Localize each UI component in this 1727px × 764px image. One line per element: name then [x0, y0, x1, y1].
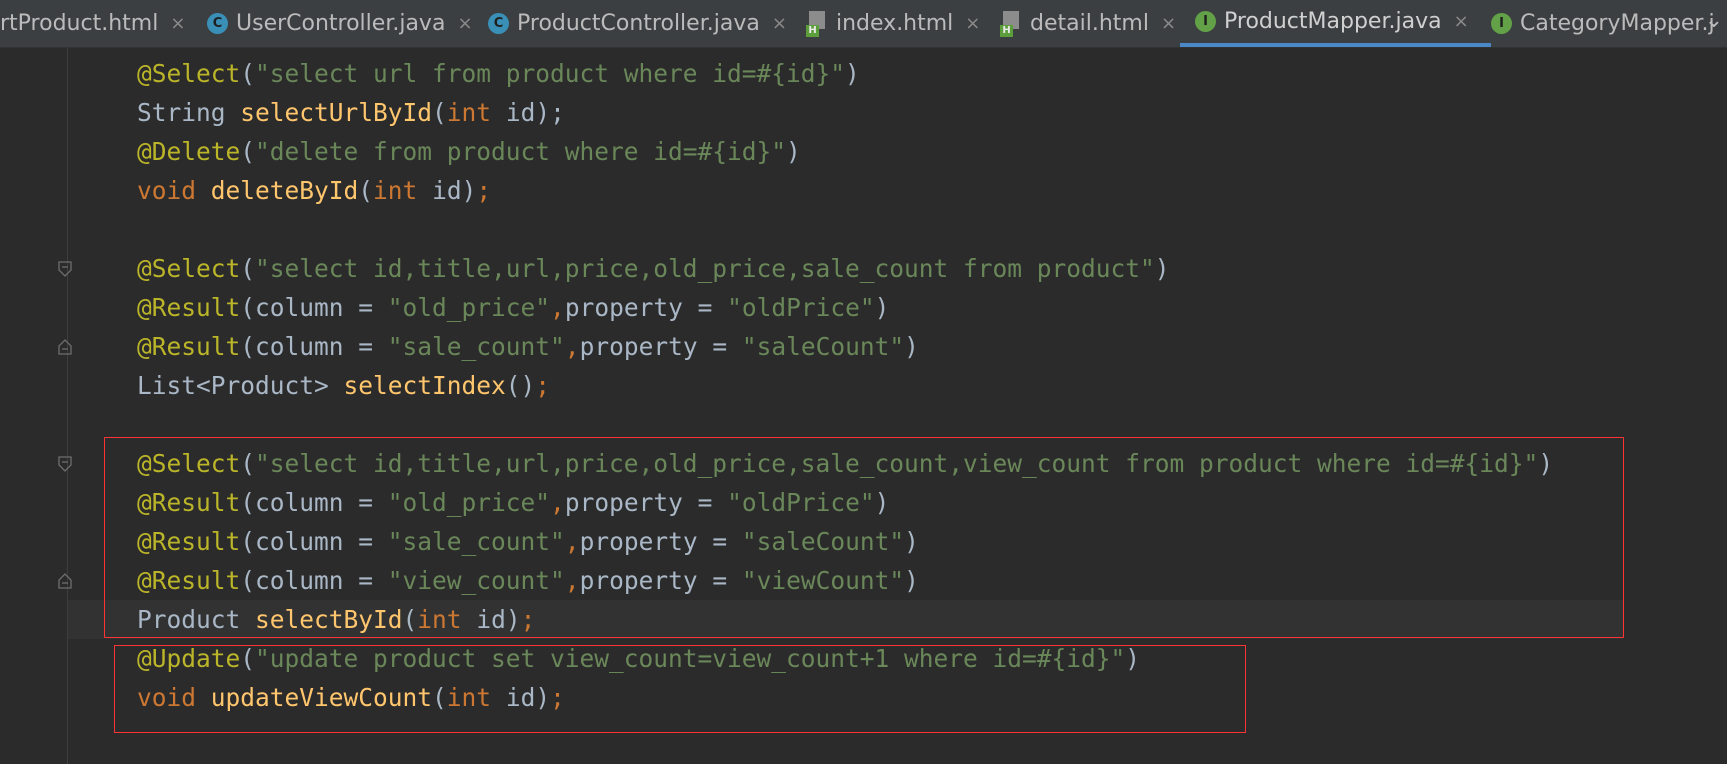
- tab-overflow-chevron-icon[interactable]: ⌄: [1705, 8, 1723, 33]
- tab-usercontroller-java[interactable]: C UserController.java ×: [207, 0, 473, 47]
- attribute: property =: [579, 332, 742, 361]
- gutter-divider: [67, 48, 68, 764]
- parameter: id): [432, 176, 477, 205]
- close-icon[interactable]: ×: [170, 13, 185, 34]
- annotation-highlight-box: [114, 645, 1246, 733]
- method-name: selectIndex: [343, 371, 506, 400]
- tab-productmapper-java[interactable]: I ProductMapper.java ×: [1180, 0, 1491, 47]
- type: String: [137, 98, 241, 127]
- punctuation: ): [845, 59, 860, 88]
- code-line-8[interactable]: List<Product> selectIndex();: [137, 366, 550, 405]
- type: List<Product>: [137, 371, 344, 400]
- annotation-highlight-box: [104, 437, 1624, 638]
- tab-index-html[interactable]: H index.html ×: [806, 0, 980, 47]
- string-literal: "select url from product where id=#{id}": [255, 59, 846, 88]
- code-line-1[interactable]: @Select("select url from product where i…: [137, 54, 860, 93]
- string-literal: "select id,title,url,price,old_price,sal…: [255, 254, 1155, 283]
- tab-label: ProductController.java: [517, 11, 760, 36]
- tab-label: UserController.java: [236, 11, 446, 36]
- punctuation: ): [874, 293, 890, 322]
- fold-end-marker-icon[interactable]: [58, 339, 72, 355]
- fold-end-marker-icon[interactable]: [58, 573, 72, 589]
- annotation: @Select: [137, 254, 241, 283]
- code-line-2[interactable]: String selectUrlById(int id);: [137, 93, 565, 132]
- html-file-icon: H: [806, 10, 828, 37]
- close-icon[interactable]: ×: [965, 13, 980, 34]
- string-literal: "delete from product where id=#{id}": [255, 137, 787, 166]
- string-literal: "saleCount": [741, 332, 905, 361]
- keyword: int: [373, 176, 433, 205]
- punctuation: (: [432, 98, 447, 127]
- editor-tab-bar: rtProduct.html × C UserController.java ×…: [0, 0, 1727, 48]
- string-literal: "old_price": [387, 293, 551, 322]
- tab-rtproduct-html[interactable]: rtProduct.html ×: [0, 0, 185, 47]
- punctuation: (: [358, 176, 374, 205]
- punctuation: (: [240, 59, 256, 88]
- fold-marker-icon[interactable]: [58, 261, 72, 277]
- string-literal: "oldPrice": [727, 293, 875, 322]
- attribute: (column =: [240, 293, 388, 322]
- comma: ,: [564, 332, 580, 361]
- tab-label: detail.html: [1030, 11, 1149, 36]
- punctuation: (: [240, 137, 256, 166]
- semicolon: ;: [535, 371, 551, 400]
- parameter: id);: [505, 98, 565, 127]
- code-line-7[interactable]: @Result(column = "sale_count",property =…: [137, 327, 919, 366]
- code-line-5[interactable]: @Select("select id,title,url,price,old_p…: [137, 249, 1170, 288]
- tab-label: CategoryMapper.j: [1520, 11, 1715, 36]
- annotation: @Result: [137, 332, 241, 361]
- code-line-3[interactable]: @Delete("delete from product where id=#{…: [137, 132, 801, 171]
- tab-productcontroller-java[interactable]: C ProductController.java ×: [488, 0, 787, 47]
- annotation: @Result: [137, 293, 241, 322]
- interface-icon: I: [1195, 11, 1216, 32]
- attribute: property =: [564, 293, 728, 322]
- semicolon: ;: [476, 176, 492, 205]
- attribute: (column =: [240, 332, 388, 361]
- html-file-icon: H: [1000, 10, 1022, 37]
- method-name: selectUrlById: [240, 98, 433, 127]
- keyword: void: [137, 176, 211, 205]
- class-icon: C: [488, 13, 509, 34]
- punctuation: (: [240, 254, 256, 283]
- class-icon: C: [207, 13, 228, 34]
- method-name: deleteById: [210, 176, 359, 205]
- code-line-4[interactable]: void deleteById(int id);: [137, 171, 491, 210]
- close-icon[interactable]: ×: [457, 13, 472, 34]
- interface-icon: I: [1491, 13, 1512, 34]
- fold-marker-icon[interactable]: [58, 456, 72, 472]
- comma: ,: [550, 293, 565, 322]
- keyword: int: [446, 98, 506, 127]
- string-literal: "sale_count": [387, 332, 565, 361]
- punctuation: ): [904, 332, 919, 361]
- punctuation: ): [786, 137, 801, 166]
- annotation: @Select: [137, 59, 241, 88]
- punctuation: (): [505, 371, 536, 400]
- close-icon[interactable]: ×: [1161, 13, 1176, 34]
- tab-categorymapper-java[interactable]: I CategoryMapper.j: [1491, 0, 1715, 47]
- tab-label: index.html: [836, 11, 954, 36]
- code-line-6[interactable]: @Result(column = "old_price",property = …: [137, 288, 889, 327]
- close-icon[interactable]: ×: [772, 13, 787, 34]
- tab-detail-html[interactable]: H detail.html ×: [1000, 0, 1176, 47]
- annotation: @Delete: [137, 137, 241, 166]
- punctuation: ): [1154, 254, 1170, 283]
- tab-label: ProductMapper.java: [1224, 9, 1442, 34]
- tab-label: rtProduct.html: [0, 11, 159, 36]
- close-icon[interactable]: ×: [1454, 11, 1469, 32]
